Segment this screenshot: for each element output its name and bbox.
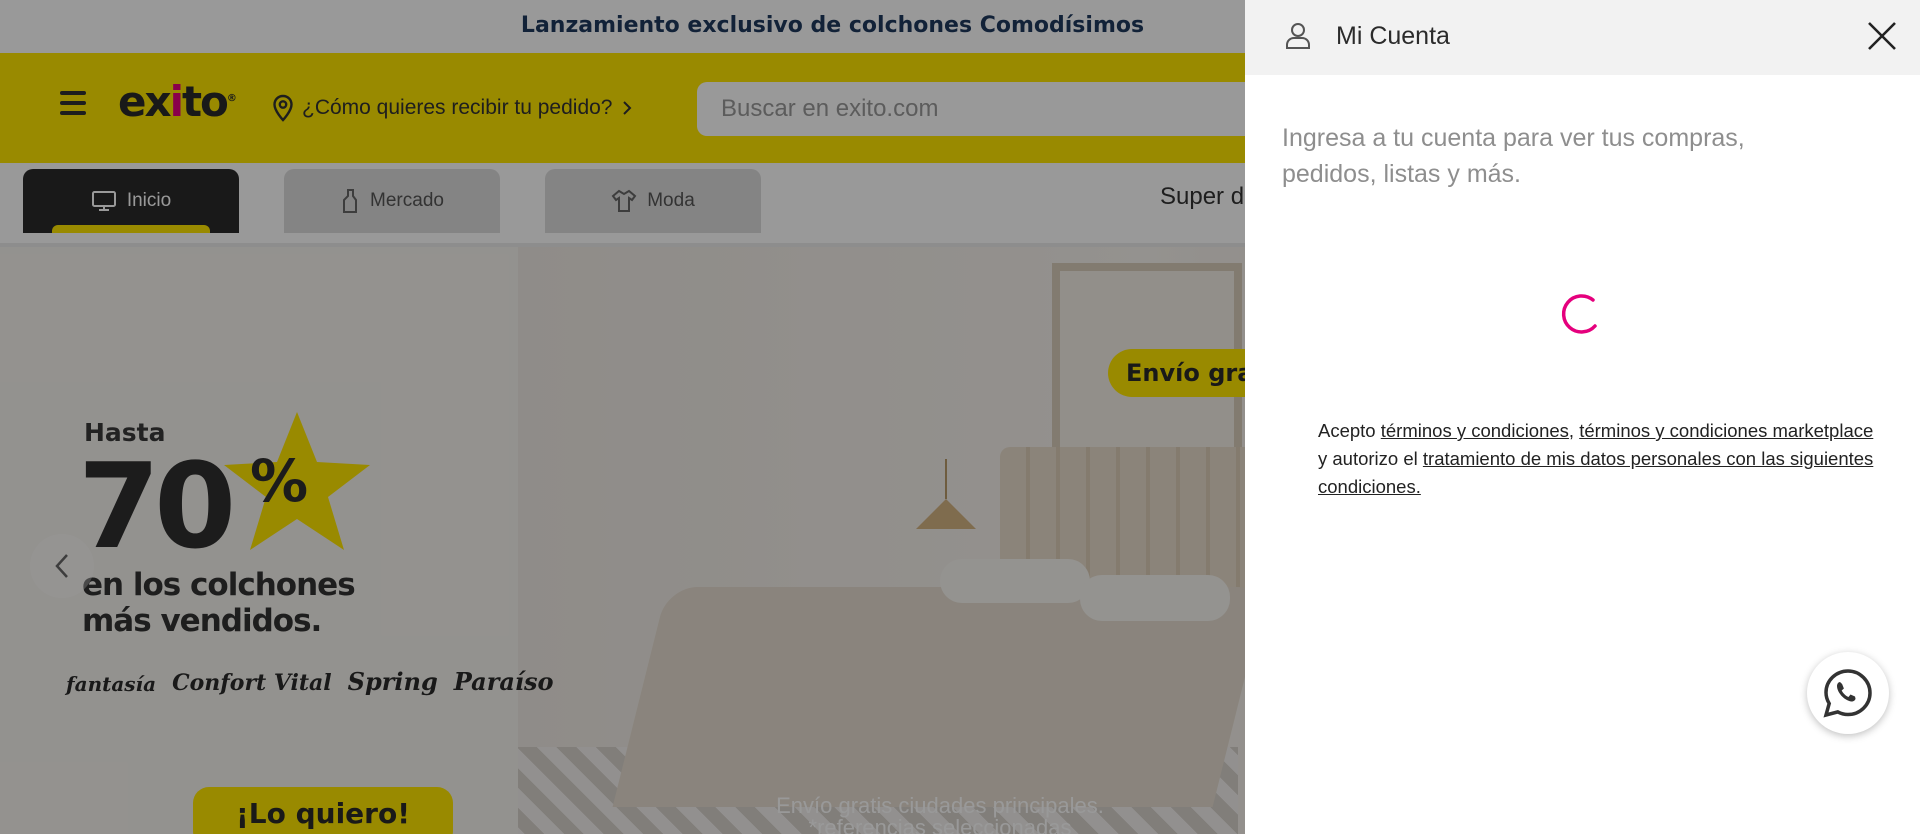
whatsapp-button[interactable] <box>1807 652 1889 734</box>
whatsapp-icon <box>1823 669 1872 718</box>
drawer-title: Mi Cuenta <box>1336 22 1450 50</box>
login-message: Ingresa a tu cuenta para ver tus compras… <box>1282 124 1745 188</box>
drawer-header: Mi Cuenta <box>1245 0 1920 75</box>
terms-consent: Acepto términos y condiciones, términos … <box>1318 417 1878 501</box>
terms-prefix: Acepto <box>1318 420 1381 441</box>
account-drawer: Mi Cuenta Ingresa a tu cuenta para ver t… <box>1245 0 1920 834</box>
terms-link[interactable]: términos y condiciones <box>1381 420 1569 441</box>
user-icon <box>1286 23 1310 49</box>
terms-middle: y autorizo el <box>1318 448 1423 469</box>
close-icon[interactable] <box>1865 19 1899 53</box>
loading-spinner-icon <box>1561 294 1597 334</box>
terms-separator: , <box>1568 420 1580 441</box>
marketplace-terms-link[interactable]: términos y condiciones marketplace <box>1579 420 1873 441</box>
